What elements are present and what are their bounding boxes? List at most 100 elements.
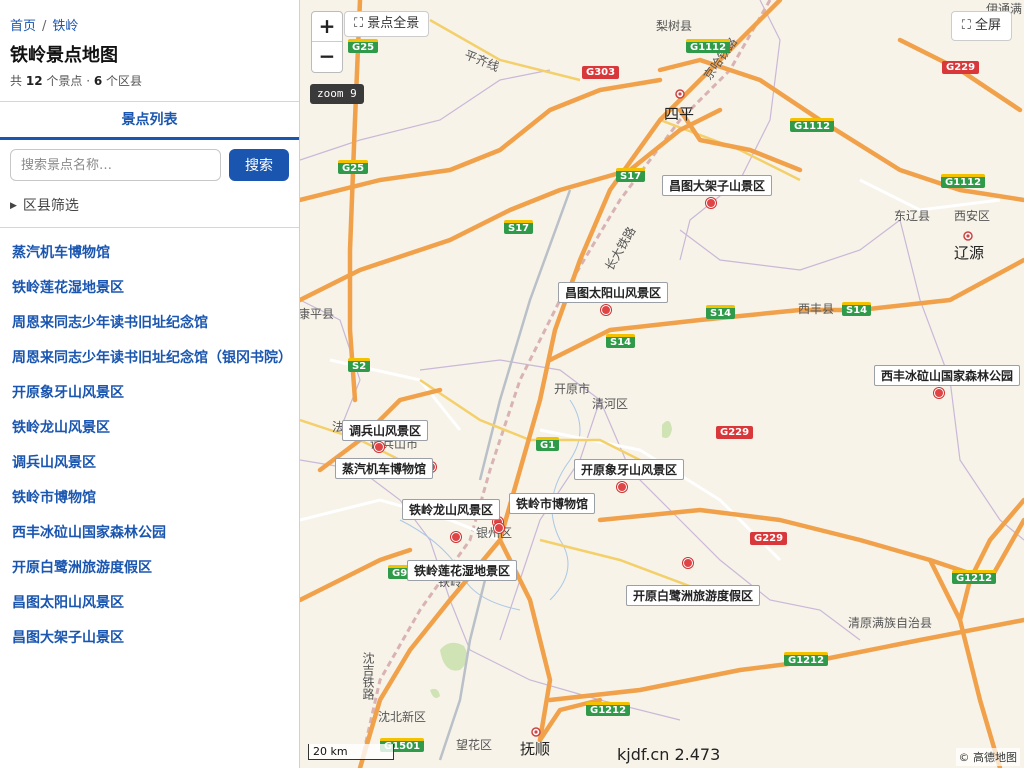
place-label: 清河区 — [592, 397, 629, 411]
poi-marker-icon[interactable] — [601, 305, 611, 315]
city-label-siping: 四平 — [664, 105, 695, 123]
road-shield: G1212 — [784, 652, 829, 666]
zoom-out-button[interactable]: − — [312, 42, 342, 72]
place-label: 沈吉铁路 — [361, 652, 375, 700]
summary-prefix: 共 — [10, 74, 23, 88]
sidebar: 首页 / 铁岭 铁岭景点地图 共 12 个景点 · 6 个区县 景点列表 搜索 ▶ 区… — [0, 0, 300, 768]
overview-button-label: 景点全景 — [367, 16, 420, 31]
poi-label-dajiazishan[interactable]: 昌图大架子山景区 — [662, 175, 773, 196]
road-shield: G25 — [348, 39, 379, 53]
spot-unit: 个景点 · — [46, 74, 91, 88]
spot-list-item[interactable]: 调兵山风景区 — [0, 450, 299, 476]
overview-button[interactable]: ⛶ 景点全景 — [344, 11, 430, 37]
spot-list-item[interactable]: 周恩来同志少年读书旧址纪念馆（银冈书院） — [0, 345, 299, 371]
fullscreen-button[interactable]: ⛶ 全屏 — [950, 11, 1012, 41]
spot-count: 12 — [25, 74, 43, 88]
road-shield: S17 — [616, 168, 646, 182]
triangle-right-icon: ▶ — [10, 201, 17, 211]
city-label-liaoyuan: 辽源 — [954, 244, 985, 262]
breadcrumb-home-link[interactable]: 首页 — [10, 19, 36, 34]
expand-icon: ⛶ — [961, 18, 971, 33]
place-label: 开原市 — [554, 382, 591, 396]
road-shield: S14 — [842, 302, 872, 316]
zoom-control: + − — [311, 11, 343, 73]
fullscreen-button-label: 全屏 — [974, 18, 1001, 33]
place-label: 清原满族自治县 — [848, 616, 933, 630]
spot-list: 蒸汽机车博物馆 铁岭莲花湿地景区 周恩来同志少年读书旧址纪念馆 周恩来同志少年读… — [0, 240, 299, 660]
expand-icon: ⛶ — [354, 16, 364, 31]
poi-marker-icon[interactable] — [617, 482, 627, 492]
place-label: 康平县 — [300, 307, 335, 321]
spot-list-item[interactable]: 昌图太阳山风景区 — [0, 590, 299, 616]
poi-label-steam-museum[interactable]: 蒸汽机车博物馆 — [335, 458, 434, 479]
place-label: 东辽县 — [894, 209, 931, 223]
spot-list-item[interactable]: 蒸汽机车博物馆 — [0, 240, 299, 266]
road-shield: G1112 — [686, 39, 731, 53]
district-filter-toggle[interactable]: ▶ 区县筛选 — [10, 195, 79, 215]
spot-list-item[interactable]: 周恩来同志少年读书旧址纪念馆 — [0, 310, 299, 336]
road-shield: G1212 — [952, 570, 997, 584]
road-shield: G1112 — [790, 118, 835, 132]
place-label: 西丰县 — [798, 302, 835, 316]
spot-list-item[interactable]: 开原象牙山风景区 — [0, 380, 299, 406]
road-shield: G1212 — [586, 702, 631, 716]
zoom-in-button[interactable]: + — [312, 12, 342, 42]
summary-counts: 共 12 个景点 · 6 个区县 — [10, 72, 142, 89]
poi-marker-icon[interactable] — [451, 532, 461, 542]
poi-label-city-museum[interactable]: 铁岭市博物馆 — [509, 493, 596, 514]
place-label: 望花区 — [456, 738, 493, 752]
road-shield: S14 — [606, 334, 636, 348]
place-label: 梨树县 — [656, 19, 693, 33]
city-marker-icon — [531, 727, 541, 737]
road-shield: S2 — [348, 358, 371, 372]
page-title: 铁岭景点地图 — [10, 45, 118, 66]
road-shield: G25 — [338, 160, 369, 174]
place-label: 西安区 — [954, 209, 991, 223]
poi-label-bingkuanshan[interactable]: 西丰冰砬山国家森林公园 — [874, 365, 1021, 386]
road-shield: G229 — [750, 532, 788, 545]
place-label: 沈北新区 — [378, 710, 427, 724]
map-attribution: © 高德地图 — [955, 748, 1020, 766]
scale-bar: 20 km — [308, 744, 394, 760]
road-shield: G1112 — [941, 174, 986, 188]
map-canvas[interactable]: 四平 辽源 抚顺 梨树县 东辽县 西安区 伊通满 西丰县 开原市 清河区 调兵山… — [300, 0, 1024, 768]
city-marker-icon — [675, 89, 685, 99]
poi-marker-icon[interactable] — [934, 388, 944, 398]
tab-spot-list[interactable]: 景点列表 — [0, 102, 299, 140]
spot-list-item[interactable]: 西丰冰砬山国家森林公园 — [0, 520, 299, 546]
search-input[interactable] — [10, 149, 221, 181]
app-root: 首页 / 铁岭 铁岭景点地图 共 12 个景点 · 6 个区县 景点列表 搜索 ▶ 区… — [0, 0, 1024, 768]
poi-marker-icon[interactable] — [706, 198, 716, 208]
spot-list-item[interactable]: 昌图大架子山景区 — [0, 625, 299, 651]
poi-marker-icon[interactable] — [494, 523, 504, 533]
spot-list-item[interactable]: 铁岭市博物馆 — [0, 485, 299, 511]
breadcrumb: 首页 / 铁岭 — [10, 15, 78, 34]
poi-marker-icon[interactable] — [374, 442, 384, 452]
road-shield: G229 — [942, 61, 980, 74]
road-shield: S14 — [706, 305, 736, 319]
road-shield: G1 — [536, 437, 560, 451]
poi-label-diaobingshan[interactable]: 调兵山风景区 — [342, 420, 429, 441]
watermark: kjdf.cn 2.473 — [617, 745, 721, 764]
district-unit: 个区县 — [106, 74, 143, 88]
poi-label-longshan[interactable]: 铁岭龙山风景区 — [402, 499, 501, 520]
divider — [0, 227, 299, 228]
poi-label-bailuzhou[interactable]: 开原白鹭洲旅游度假区 — [626, 585, 761, 606]
spot-list-item[interactable]: 铁岭龙山风景区 — [0, 415, 299, 441]
spot-list-item[interactable]: 开原白鹭洲旅游度假区 — [0, 555, 299, 581]
road-shield: G303 — [582, 66, 620, 79]
poi-label-taiyangshan[interactable]: 昌图太阳山风景区 — [558, 282, 669, 303]
spot-list-item[interactable]: 铁岭莲花湿地景区 — [0, 275, 299, 301]
breadcrumb-separator: / — [42, 19, 47, 34]
road-shield: G229 — [716, 426, 754, 439]
poi-label-xiangyashan[interactable]: 开原象牙山风景区 — [574, 459, 685, 480]
search-button[interactable]: 搜索 — [229, 149, 289, 181]
district-count: 6 — [93, 74, 103, 88]
poi-marker-icon[interactable] — [683, 558, 693, 568]
city-label-fushun: 抚顺 — [520, 740, 551, 758]
district-filter-label: 区县筛选 — [22, 198, 79, 214]
zoom-level-badge: zoom 9 — [310, 84, 364, 104]
road-shield: S17 — [504, 220, 534, 234]
breadcrumb-current-link[interactable]: 铁岭 — [52, 19, 78, 34]
poi-label-lianhua[interactable]: 铁岭莲花湿地景区 — [407, 560, 518, 581]
